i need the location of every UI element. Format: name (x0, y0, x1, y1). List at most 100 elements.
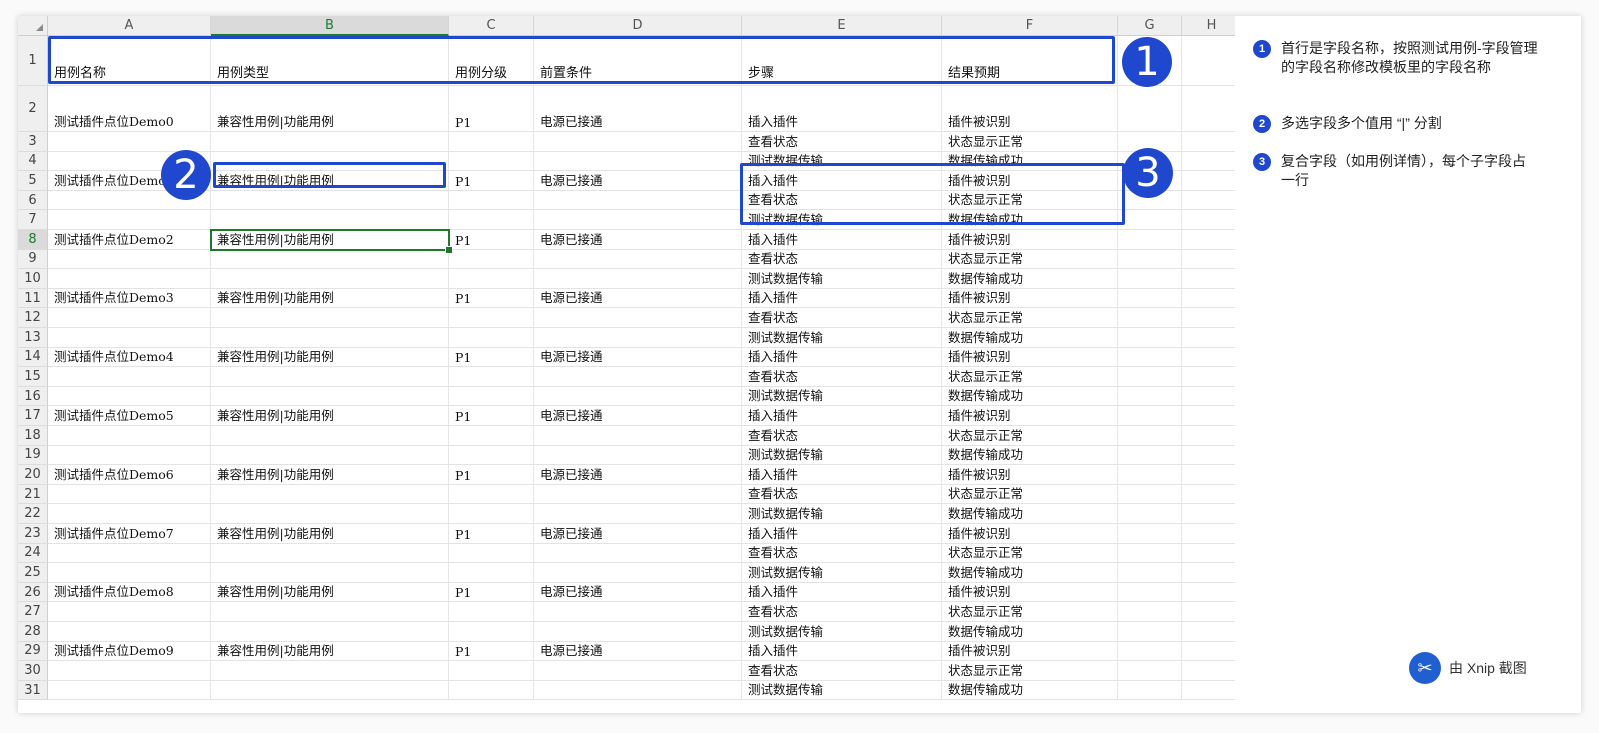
cell-col-b[interactable] (211, 661, 449, 680)
cell-col-d[interactable] (534, 563, 742, 582)
column-header-f[interactable]: F (942, 16, 1118, 36)
cell-col-g[interactable] (1118, 582, 1182, 602)
row-header-4[interactable]: 4 (18, 151, 48, 172)
cell-col-d[interactable]: 电源已接通 (534, 465, 742, 484)
row-header-21[interactable]: 21 (18, 484, 48, 505)
cell-col-f[interactable]: 状态显示正常 (942, 661, 1118, 680)
cell-col-a[interactable]: 测试插件点位Demo3 (48, 288, 211, 308)
cell-col-b[interactable] (211, 504, 449, 523)
cell-col-h[interactable] (1182, 86, 1235, 131)
cell-col-b[interactable] (211, 563, 449, 582)
cell-col-c[interactable]: P1 (449, 347, 534, 367)
cell-col-c[interactable]: P1 (449, 86, 534, 131)
cell-col-f[interactable]: 插件被识别 (942, 465, 1118, 484)
cell-col-f[interactable]: 状态显示正常 (942, 484, 1118, 504)
cell-col-f[interactable]: 数据传输成功 (942, 622, 1118, 641)
cell-col-g[interactable] (1118, 367, 1182, 386)
cell-col-d[interactable] (534, 328, 742, 347)
cell-col-e[interactable]: 测试数据传输 (742, 328, 942, 347)
cell-col-c[interactable]: P1 (449, 288, 534, 308)
cell-col-c[interactable] (449, 132, 534, 151)
cell-col-a[interactable]: 测试插件点位Demo2 (48, 230, 211, 249)
cell-col-f[interactable]: 数据传输成功 (942, 328, 1118, 347)
cell-col-a[interactable]: 测试插件点位Demo6 (48, 465, 211, 484)
row-header-22[interactable]: 22 (18, 504, 48, 524)
column-header-c[interactable]: C (449, 16, 534, 36)
cell-col-g[interactable] (1118, 622, 1182, 641)
cell-col-e[interactable]: 查看状态 (742, 543, 942, 563)
cell-col-b[interactable]: 兼容性用例|功能用例 (211, 347, 449, 367)
cell-col-c[interactable] (449, 661, 534, 680)
row-header-11[interactable]: 11 (18, 288, 48, 309)
cell-col-f[interactable]: 状态显示正常 (942, 308, 1118, 327)
cell-col-d[interactable] (534, 445, 742, 465)
cell-col-h[interactable] (1182, 387, 1235, 406)
cell-col-c[interactable] (449, 190, 534, 210)
cell-col-h[interactable] (1182, 602, 1235, 621)
cell-col-h[interactable] (1182, 661, 1235, 680)
cell-col-c[interactable] (449, 504, 534, 523)
cell-col-b[interactable] (211, 308, 449, 327)
column-header-d[interactable]: D (534, 16, 742, 36)
fill-handle[interactable] (445, 245, 453, 254)
cell-col-d[interactable] (534, 426, 742, 445)
cell-col-a[interactable]: 测试插件点位Demo0 (48, 86, 211, 131)
cell-col-a[interactable] (48, 563, 211, 582)
cell-col-h[interactable] (1182, 642, 1235, 661)
cell-col-a[interactable] (48, 543, 211, 563)
cell-col-d[interactable]: 电源已接通 (534, 230, 742, 249)
cell-col-f[interactable]: 数据传输成功 (942, 386, 1118, 406)
cell-col-c[interactable] (449, 622, 534, 641)
cell-col-f[interactable]: 插件被识别 (942, 641, 1118, 661)
cell-col-e[interactable]: 插入插件 (742, 288, 942, 308)
cell-col-h[interactable] (1182, 230, 1235, 249)
cell-col-a[interactable]: 测试插件点位Demo8 (48, 582, 211, 602)
row-header-27[interactable]: 27 (18, 602, 48, 622)
cell-col-b[interactable] (211, 190, 449, 210)
cell-col-h[interactable] (1182, 406, 1235, 425)
select-all-corner[interactable] (18, 16, 48, 36)
cell-col-e[interactable]: 插入插件 (742, 86, 942, 131)
row-header-19[interactable]: 19 (18, 445, 48, 466)
cell-col-b[interactable] (211, 328, 449, 347)
cell-col-e[interactable]: 查看状态 (742, 602, 942, 621)
cell-col-f[interactable]: 数据传输成功 (942, 269, 1118, 288)
row-header-31[interactable]: 31 (18, 680, 48, 701)
cell-col-a[interactable]: 测试插件点位Demo5 (48, 406, 211, 425)
cell-col-h[interactable] (1182, 524, 1235, 543)
cell-col-d[interactable] (534, 386, 742, 406)
row-header-30[interactable]: 30 (18, 661, 48, 681)
cell-col-b[interactable] (211, 602, 449, 621)
row-header-24[interactable]: 24 (18, 543, 48, 564)
cell-col-d[interactable] (534, 680, 742, 700)
cell-col-h[interactable] (1182, 289, 1235, 308)
cell-col-d[interactable]: 电源已接通 (534, 171, 742, 190)
cell-col-d[interactable] (534, 190, 742, 210)
cell-col-c[interactable] (449, 484, 534, 504)
row-header-14[interactable]: 14 (18, 347, 48, 368)
cell-col-f[interactable]: 插件被识别 (942, 230, 1118, 249)
cell-col-e[interactable]: 插入插件 (742, 465, 942, 484)
cell-col-g[interactable] (1118, 230, 1182, 249)
cell-col-a[interactable]: 测试插件点位Demo4 (48, 347, 211, 367)
cell-col-f[interactable]: 状态显示正常 (942, 132, 1118, 151)
row-header-29[interactable]: 29 (18, 641, 48, 662)
cell-col-d[interactable] (534, 308, 742, 327)
row-header-6[interactable]: 6 (18, 190, 48, 211)
row-header-15[interactable]: 15 (18, 367, 48, 387)
row-header-10[interactable]: 10 (18, 269, 48, 289)
cell-col-a[interactable] (48, 504, 211, 523)
cell-col-d[interactable] (534, 602, 742, 621)
cell-col-d[interactable]: 电源已接通 (534, 86, 742, 131)
cell-col-d[interactable] (534, 249, 742, 269)
cell-col-a[interactable] (48, 249, 211, 269)
cell-col-e[interactable]: 查看状态 (742, 367, 942, 386)
cell-col-h[interactable] (1182, 544, 1235, 563)
cell-col-a[interactable] (48, 210, 211, 229)
cell-col-g[interactable] (1118, 406, 1182, 425)
cell-col-g[interactable] (1118, 563, 1182, 582)
cell-col-c[interactable]: P1 (449, 465, 534, 484)
cell-col-a[interactable] (48, 269, 211, 288)
row-header-8[interactable]: 8 (18, 230, 48, 250)
cell-col-b[interactable]: 兼容性用例|功能用例 (211, 465, 449, 484)
